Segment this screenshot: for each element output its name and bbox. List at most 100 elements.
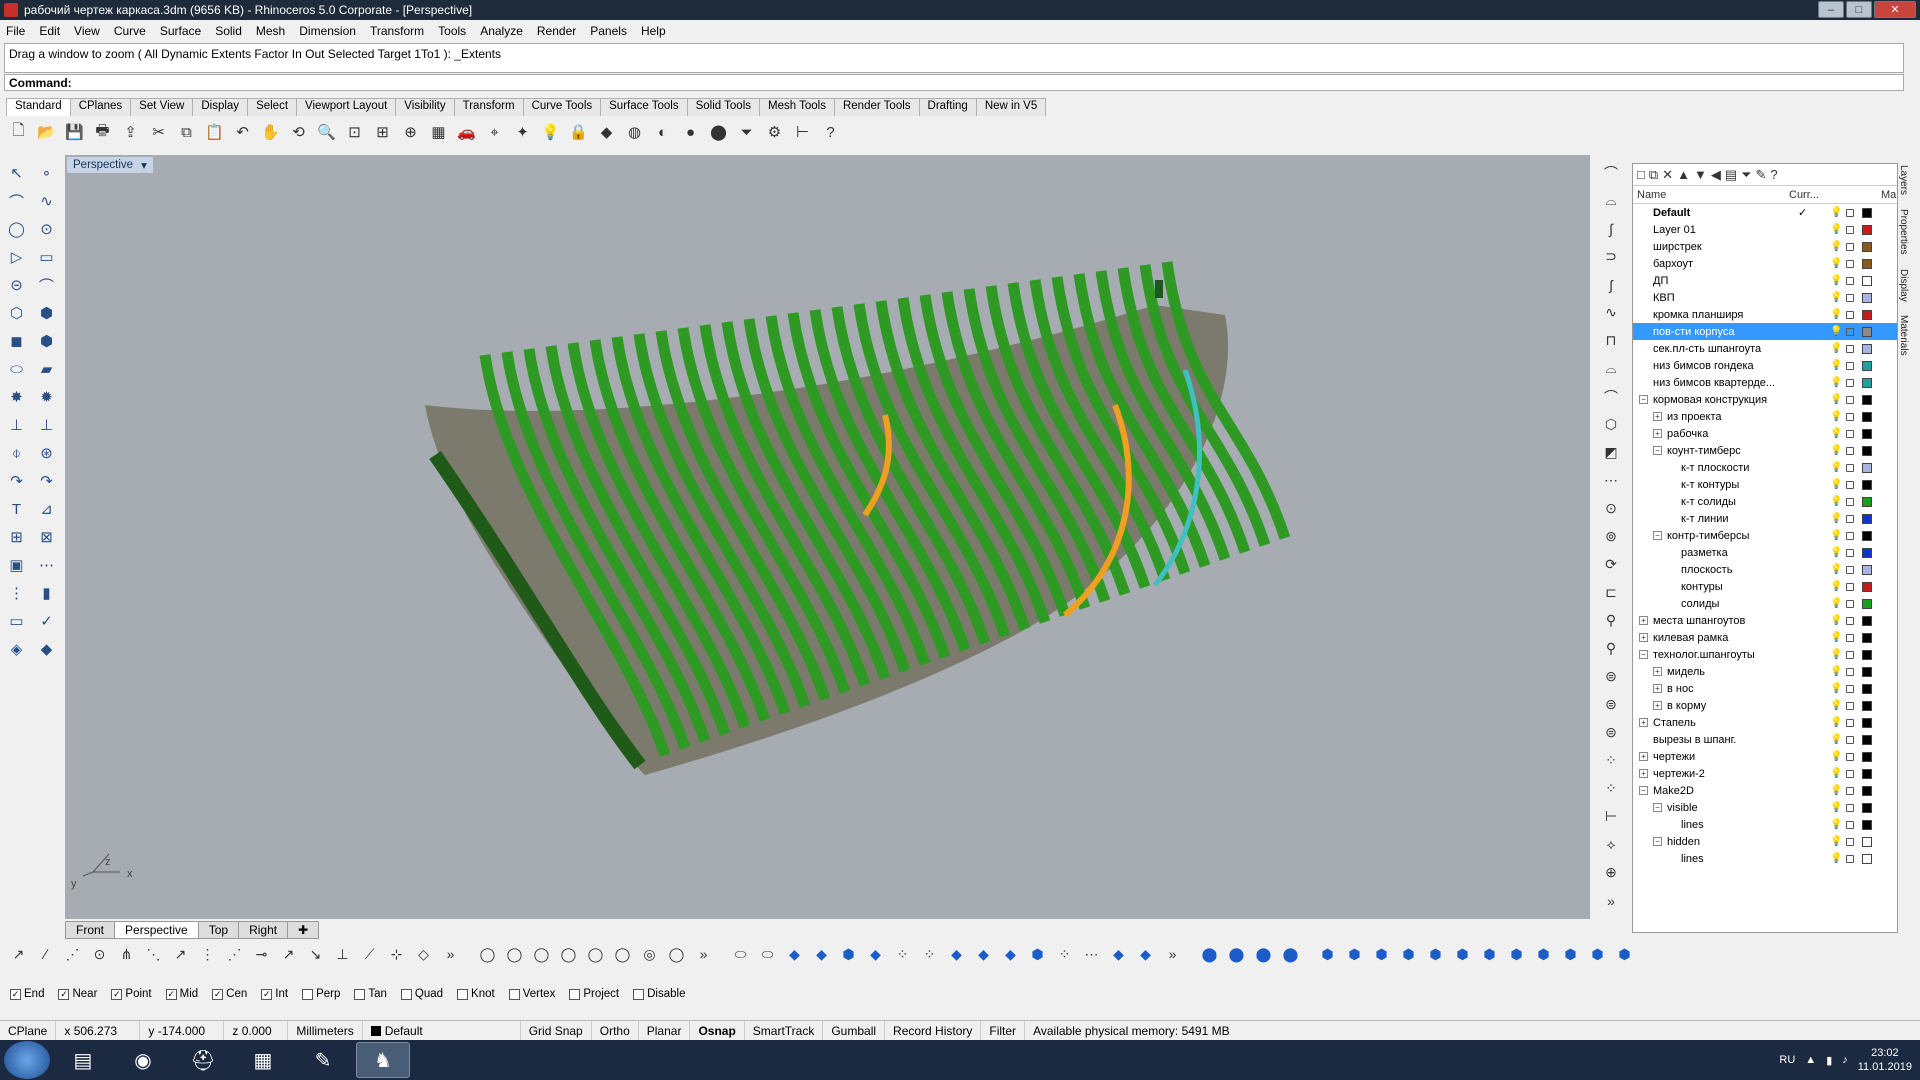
align-icon[interactable]: ⊥ <box>33 412 60 438</box>
menu-item[interactable]: Dimension <box>299 24 356 38</box>
layer-row[interactable]: + места шпангоутов 💡 <box>1633 612 1897 629</box>
toolbar-tab[interactable]: CPlanes <box>69 98 132 116</box>
layer-row[interactable]: сек.пл-сть шпангоута 💡 <box>1633 340 1897 357</box>
lock-icon[interactable] <box>1846 752 1854 761</box>
visibility-bulb-icon[interactable]: 💡 <box>1830 428 1842 439</box>
layer-color-swatch[interactable] <box>1862 394 1872 405</box>
bottom-tool-icon[interactable]: ⬭ <box>755 942 780 967</box>
curve-tool-icon[interactable]: ⬡ <box>1599 412 1624 437</box>
rhino-taskbar-icon[interactable]: ♞ <box>356 1042 410 1078</box>
toolbar-tab[interactable]: Render Tools <box>833 98 920 116</box>
bottom-tool-icon[interactable]: ⬢ <box>1025 942 1050 967</box>
bottom-tool-icon[interactable]: ◯ <box>610 942 635 967</box>
curve-tool-icon[interactable]: ⊙ <box>1599 496 1624 521</box>
layer-row[interactable]: КВП 💡 <box>1633 289 1897 306</box>
lock-icon[interactable] <box>1846 446 1854 455</box>
bottom-tool-icon[interactable]: ⬢ <box>1585 942 1610 967</box>
visibility-bulb-icon[interactable]: 💡 <box>1830 581 1842 592</box>
visibility-bulb-icon[interactable]: 💡 <box>1830 836 1842 847</box>
menu-item[interactable]: Curve <box>114 24 146 38</box>
car-icon[interactable]: 🚗 <box>454 120 479 145</box>
bottom-tool-icon[interactable]: ⋰ <box>60 942 85 967</box>
lock-icon[interactable] <box>1846 208 1854 217</box>
osnap-checkbox[interactable]: ✓ <box>212 988 224 1000</box>
tray-arrow-icon[interactable]: ▲ <box>1805 1054 1816 1066</box>
viewport-tab[interactable]: Right <box>238 921 289 939</box>
mirror-icon[interactable]: ↷ <box>33 468 60 494</box>
bottom-tool-icon[interactable]: ◯ <box>664 942 689 967</box>
curve-tool-icon[interactable]: ∿ <box>1599 300 1624 325</box>
visibility-bulb-icon[interactable]: 💡 <box>1830 224 1842 235</box>
layer-expander-icon[interactable]: − <box>1653 446 1662 455</box>
osnap-disable[interactable]: Disable <box>633 988 685 1000</box>
layer-row[interactable]: lines 💡 <box>1633 816 1897 833</box>
layer-color-swatch[interactable] <box>1862 564 1872 575</box>
pan-icon[interactable]: ✋ <box>258 120 283 145</box>
osnap-knot[interactable]: Knot <box>457 988 495 1000</box>
layer-expander-icon[interactable]: + <box>1653 684 1662 693</box>
curve-tool-icon[interactable]: ◩ <box>1599 440 1624 465</box>
arc-icon[interactable]: ⊝ <box>3 272 30 298</box>
menu-item[interactable]: Edit <box>39 24 60 38</box>
layer-color-swatch[interactable] <box>1862 530 1872 541</box>
bottom-tool-icon[interactable]: ◆ <box>998 942 1023 967</box>
command-line[interactable]: Command: <box>4 74 1904 91</box>
ellipse-icon[interactable]: ⊙ <box>33 216 60 242</box>
visibility-bulb-icon[interactable]: 💡 <box>1830 411 1842 422</box>
layer-color-swatch[interactable] <box>1862 241 1872 252</box>
select-icon[interactable]: ↖ <box>3 160 30 186</box>
osnap-checkbox[interactable] <box>302 988 314 1000</box>
lock-icon[interactable] <box>1846 820 1854 829</box>
explorer-taskbar-icon[interactable]: ▤ <box>56 1042 110 1078</box>
help-icon[interactable]: ? <box>1770 167 1777 182</box>
render-icon[interactable]: ● <box>678 120 703 145</box>
viewport-tab[interactable]: Perspective <box>114 921 199 939</box>
snap-icon[interactable]: ✦ <box>510 120 535 145</box>
layer-color-swatch[interactable] <box>1862 496 1872 507</box>
copy-icon[interactable]: ⧉ <box>174 120 199 145</box>
layer-color-swatch[interactable] <box>1862 683 1872 694</box>
visibility-bulb-icon[interactable]: 💡 <box>1830 734 1842 745</box>
rotate-view-icon[interactable]: ⟲ <box>286 120 311 145</box>
layer-row[interactable]: вырезы в шпанг. 💡 <box>1633 731 1897 748</box>
osnap-perp[interactable]: Perp <box>302 988 340 1000</box>
menu-item[interactable]: Tools <box>438 24 466 38</box>
curve-tool-icon[interactable]: ⁘ <box>1599 748 1624 773</box>
print-icon[interactable]: 🖶 <box>90 120 115 145</box>
visibility-bulb-icon[interactable]: 💡 <box>1830 768 1842 779</box>
visibility-bulb-icon[interactable]: 💡 <box>1830 207 1842 218</box>
toolbar-tab[interactable]: Transform <box>453 98 524 116</box>
surface-icon[interactable]: ⬡ <box>3 300 30 326</box>
add-viewport-tab-icon[interactable]: ✚ <box>287 921 320 939</box>
layer-color-swatch[interactable] <box>1862 547 1872 558</box>
bottom-tool-icon[interactable]: ◯ <box>475 942 500 967</box>
close-button[interactable]: ✕ <box>1874 1 1916 18</box>
layer-color-swatch[interactable] <box>1862 445 1872 456</box>
cut-icon[interactable]: ✂ <box>146 120 171 145</box>
side-tab-properties[interactable]: Properties <box>1898 209 1909 255</box>
menu-item[interactable]: Analyze <box>480 24 523 38</box>
filter-icon[interactable]: ⏷ <box>1741 167 1751 183</box>
group-icon[interactable]: ⊠ <box>33 524 60 550</box>
toolbar-tab[interactable]: New in V5 <box>975 98 1047 116</box>
osnap-end[interactable]: ✓ End <box>10 988 44 1000</box>
layer-expander-icon[interactable]: − <box>1639 786 1648 795</box>
bottom-tool-icon[interactable]: ⊙ <box>87 942 112 967</box>
menu-item[interactable]: Surface <box>160 24 201 38</box>
visibility-bulb-icon[interactable]: 💡 <box>1830 853 1842 864</box>
toolbar-tab[interactable]: Solid Tools <box>686 98 760 116</box>
paste-icon[interactable]: 📋 <box>202 120 227 145</box>
bottom-tool-icon[interactable]: ⬢ <box>1315 942 1340 967</box>
layer-row[interactable]: пов-сти корпуса 💡 <box>1633 323 1897 340</box>
visibility-bulb-icon[interactable]: 💡 <box>1830 292 1842 303</box>
undo-icon[interactable]: ↶ <box>230 120 255 145</box>
bottom-tool-icon[interactable]: ⟋ <box>357 942 382 967</box>
curve-tool-icon[interactable]: ⚲ <box>1599 636 1624 661</box>
bottom-tool-icon[interactable]: ◎ <box>637 942 662 967</box>
layer-row[interactable]: плоскость 💡 <box>1633 561 1897 578</box>
curve-tool-icon[interactable]: ⊓ <box>1599 328 1624 353</box>
layer-tools-icon[interactable]: ▤ <box>1725 167 1737 183</box>
polygon-icon[interactable]: ▷ <box>3 244 30 270</box>
curve-tool-icon[interactable]: ⊃ <box>1599 244 1624 269</box>
curve-tool-icon[interactable]: ⊏ <box>1599 580 1624 605</box>
